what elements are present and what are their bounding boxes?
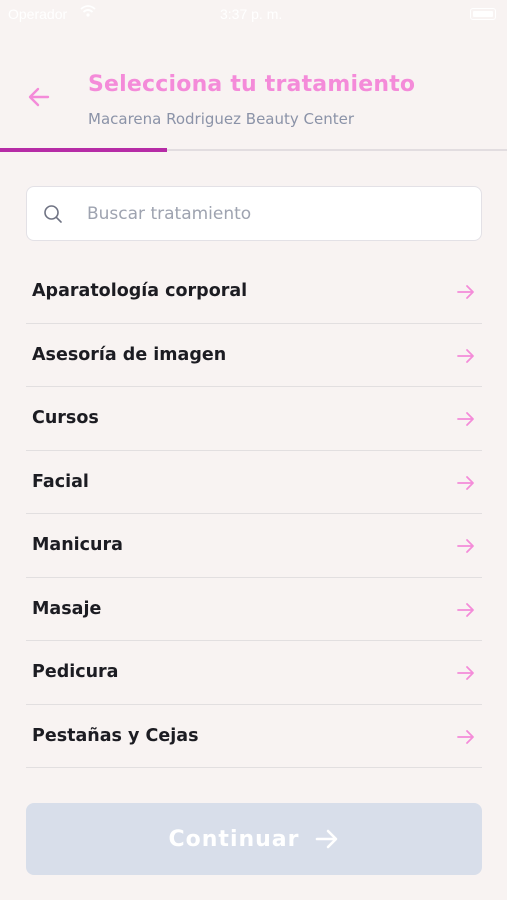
- arrow-right-icon: [457, 348, 474, 363]
- list-item[interactable]: Masaje: [26, 578, 482, 641]
- list-item[interactable]: Asesoría de imagen: [26, 324, 482, 387]
- arrow-right-icon: [315, 829, 337, 849]
- arrow-right-icon: [457, 285, 474, 299]
- continue-button[interactable]: Continuar: [26, 803, 482, 875]
- list-item-label: Pestañas y Cejas: [32, 725, 199, 746]
- search-icon: [44, 205, 62, 223]
- progress-fill: [0, 148, 168, 152]
- status-bar: Operador 3:37 p. m.: [0, 0, 507, 30]
- list-item-label: Asesoría de imagen: [32, 344, 227, 365]
- list-item[interactable]: Cursos: [26, 387, 482, 451]
- wifi-icon: [80, 5, 96, 17]
- list-item-label: Cursos: [32, 408, 99, 429]
- list-item-label: Manicura: [32, 535, 123, 556]
- arrow-right-icon: [457, 666, 474, 680]
- arrow-right-icon: [457, 475, 474, 490]
- list-item[interactable]: Pedicura: [26, 641, 482, 705]
- list-item[interactable]: Aparatología corporal: [26, 260, 482, 324]
- search-input[interactable]: [87, 187, 467, 240]
- status-time: 3:37 p. m.: [220, 6, 283, 22]
- back-button[interactable]: [24, 82, 54, 112]
- battery-icon: [470, 8, 496, 20]
- list-item[interactable]: Facial: [26, 451, 482, 514]
- page-subtitle: Macarena Rodriguez Beauty Center: [88, 110, 355, 128]
- list-item-label: Aparatología corporal: [32, 281, 248, 302]
- list-item[interactable]: Manicura: [26, 514, 482, 578]
- progress-bar: [0, 148, 507, 152]
- arrow-left-icon: [28, 87, 50, 107]
- list-item-label: Facial: [32, 471, 89, 492]
- page-title: Selecciona tu tratamiento: [88, 72, 416, 97]
- arrow-right-icon: [457, 539, 474, 553]
- arrow-right-icon: [457, 729, 474, 744]
- list-item-label: Pedicura: [32, 662, 119, 683]
- list-item-label: Masaje: [32, 598, 102, 619]
- search-box[interactable]: [26, 186, 482, 241]
- arrow-right-icon: [457, 602, 474, 617]
- arrow-right-icon: [457, 412, 474, 426]
- list-item[interactable]: Pestañas y Cejas: [26, 705, 482, 768]
- header: Selecciona tu tratamiento Macarena Rodri…: [0, 60, 507, 150]
- category-list: Aparatología corporal Asesoría de imagen C…: [26, 260, 482, 768]
- carrier-label: Operador: [8, 6, 68, 22]
- continue-button-label: Continuar: [168, 826, 300, 852]
